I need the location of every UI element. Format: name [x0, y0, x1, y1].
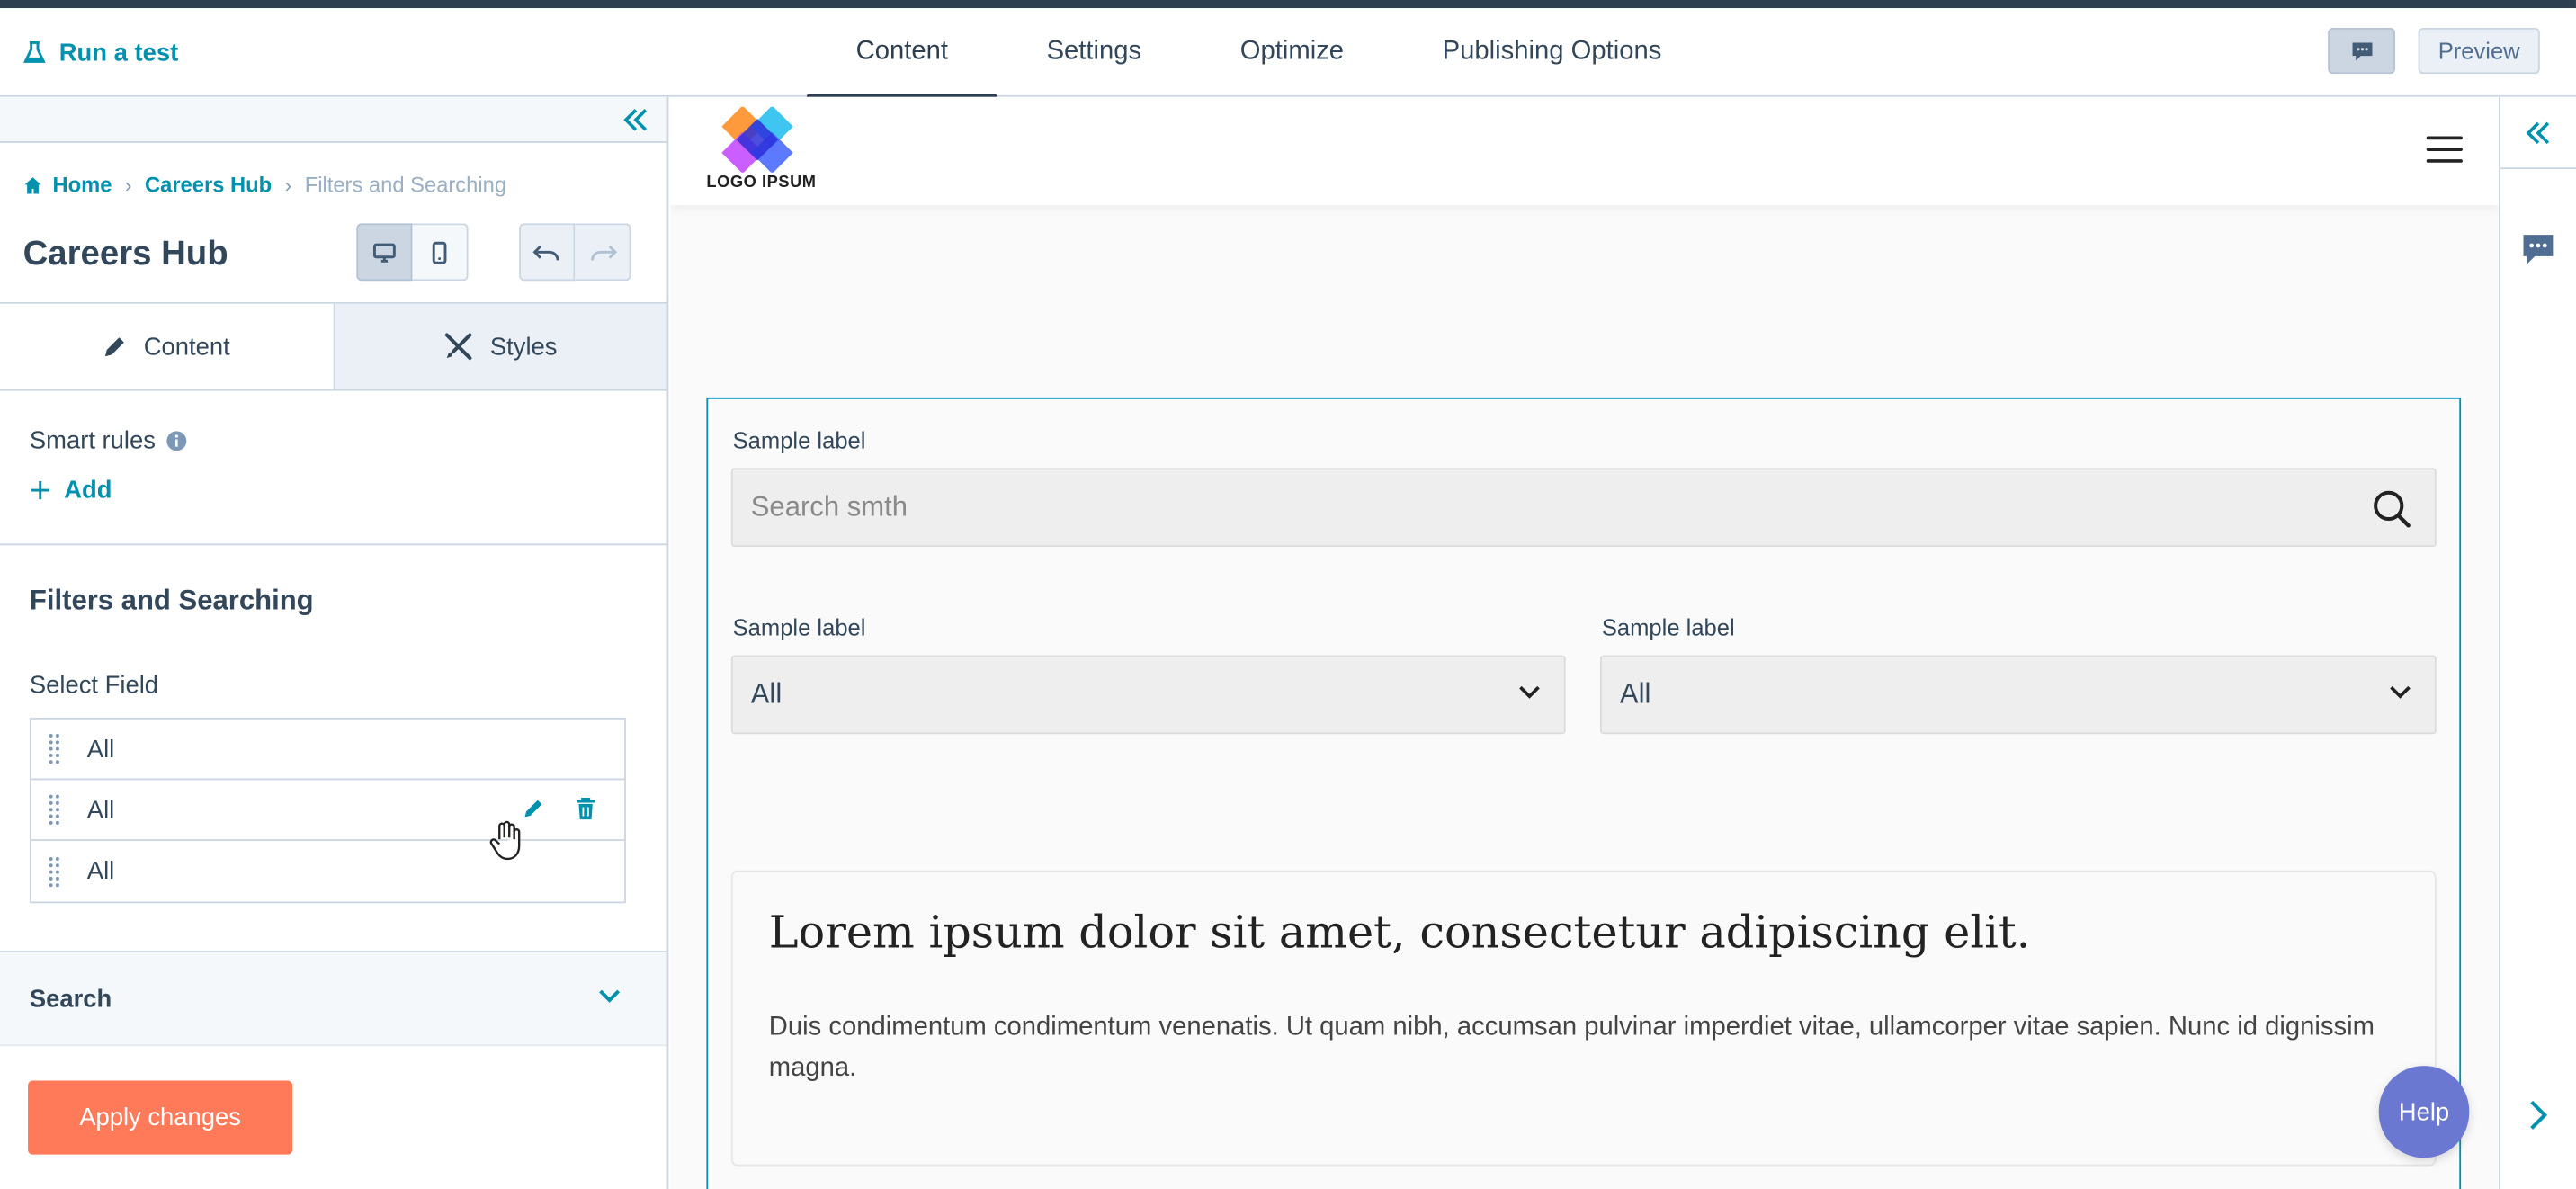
chevron-down-icon: [599, 989, 621, 1003]
top-bar: Run a test Content Settings Optimize Pub…: [0, 8, 2576, 101]
smart-rules-label: Smart rules: [29, 426, 156, 455]
field-row-actions: [523, 797, 602, 823]
search-icon[interactable]: [2372, 489, 2411, 529]
sidebar-tabs: Content Styles: [0, 301, 667, 391]
filter-1-label: Sample label: [732, 613, 866, 641]
drag-handle-icon[interactable]: [48, 854, 61, 888]
undo-button[interactable]: [519, 223, 576, 282]
filter-1-value: All: [750, 678, 783, 710]
editor-root: Run a test Content Settings Optimize Pub…: [0, 0, 2576, 1189]
field-list-item[interactable]: All: [31, 841, 624, 902]
help-button[interactable]: Help: [2378, 1066, 2470, 1158]
filter-2-label: Sample label: [1601, 613, 1735, 641]
search-accordion-label: Search: [29, 984, 112, 1013]
filter-2-value: All: [1619, 678, 1651, 710]
tab-optimize[interactable]: Optimize: [1191, 8, 1393, 97]
drag-handle-icon[interactable]: [48, 732, 61, 765]
breadcrumb: Home › Careers Hub › Filters and Searchi…: [23, 173, 507, 197]
chevron-right-icon[interactable]: [2527, 1097, 2550, 1133]
tab-content[interactable]: Content: [806, 8, 997, 101]
logo-text: LOGO IPSUM: [706, 174, 817, 192]
field-label: All: [86, 735, 115, 764]
result-card[interactable]: Lorem ipsum dolor sit amet, consectetur …: [730, 870, 2437, 1167]
sidebar-tab-styles[interactable]: Styles: [332, 303, 667, 389]
search-accordion[interactable]: Search: [0, 952, 667, 1045]
search-field-label: Sample label: [732, 426, 866, 453]
sidebar-tab-content-label: Content: [143, 332, 230, 361]
field-list: All All All: [29, 717, 626, 904]
tab-settings[interactable]: Settings: [997, 8, 1191, 97]
drag-handle-icon[interactable]: [48, 793, 61, 827]
section-title: Filters and Searching: [29, 585, 314, 616]
trash-icon[interactable]: [575, 797, 601, 823]
search-placeholder: Search smth: [750, 490, 908, 523]
edit-pencil-icon[interactable]: [523, 797, 549, 823]
breadcrumb-parent[interactable]: Careers Hub: [145, 173, 272, 197]
search-input[interactable]: Search smth: [730, 468, 2437, 548]
hand-cursor-icon: [489, 820, 521, 861]
breadcrumb-separator: ›: [284, 173, 292, 197]
filter-1-select[interactable]: All: [730, 655, 1566, 735]
mobile-icon: [432, 240, 447, 264]
run-test-link[interactable]: Run a test: [23, 34, 179, 70]
breadcrumb-home[interactable]: Home: [23, 173, 112, 197]
filter-2-select[interactable]: All: [1600, 655, 2437, 735]
pencil-icon: [105, 336, 125, 356]
site-header: LOGO IPSUM: [670, 96, 2500, 206]
chevron-down-icon: [2390, 685, 2411, 699]
card-body: Duis condimentum condimentum venenatis. …: [768, 1013, 2375, 1083]
redo-button[interactable]: [575, 223, 631, 282]
preview-button[interactable]: Preview: [2418, 28, 2540, 75]
breadcrumb-home-label: Home: [52, 172, 112, 198]
mobile-view-button[interactable]: [412, 223, 469, 282]
sidebar-tab-content[interactable]: Content: [0, 303, 333, 389]
select-field-label: Select Field: [29, 671, 159, 700]
editor-tabs: Content Settings Optimize Publishing Opt…: [806, 8, 1711, 101]
chevron-down-icon: [1519, 685, 1540, 699]
comments-icon[interactable]: [2520, 231, 2556, 267]
field-label: All: [86, 795, 115, 824]
right-rail: [2499, 96, 2576, 1189]
top-strip: [0, 0, 2576, 9]
device-toggle: [356, 223, 469, 282]
desktop-icon: [372, 242, 396, 262]
editor-sidebar: Home › Careers Hub › Filters and Searchi…: [0, 96, 669, 1189]
page-preview-canvas: LOGO IPSUM Sample label Search smth Samp…: [670, 96, 2500, 1189]
field-list-item[interactable]: All: [31, 720, 625, 781]
filters-module[interactable]: Sample label Search smth Sample label Al…: [706, 397, 2462, 1189]
card-title: Lorem ipsum dolor sit amet, consectetur …: [768, 907, 2031, 960]
double-chevron-left-icon: [2526, 121, 2550, 144]
styles-brush-icon: [445, 333, 472, 361]
undo-icon: [532, 244, 559, 260]
logo-mark-icon: [721, 106, 793, 173]
sidebar-tab-styles-label: Styles: [489, 332, 558, 361]
sidebar-footer: Apply changes: [0, 1044, 667, 1189]
expand-panel-button[interactable]: [2500, 97, 2576, 170]
apply-changes-button[interactable]: Apply changes: [28, 1080, 293, 1155]
page-title: Careers Hub: [22, 235, 228, 273]
sidebar-collapse-row: [0, 96, 667, 143]
home-icon: [24, 176, 41, 193]
field-list-item[interactable]: All: [31, 780, 625, 841]
desktop-view-button[interactable]: [356, 223, 413, 282]
double-chevron-left-icon[interactable]: [621, 105, 650, 135]
info-icon[interactable]: [165, 430, 187, 451]
run-test-label: Run a test: [58, 38, 179, 67]
redo-icon: [590, 244, 617, 260]
flask-icon: [23, 41, 46, 63]
divider: [0, 543, 667, 546]
breadcrumb-separator: ›: [125, 173, 132, 197]
smart-rules: Smart rules: [30, 427, 187, 455]
breadcrumb-current: Filters and Searching: [304, 172, 507, 198]
tab-publishing-options[interactable]: Publishing Options: [1393, 8, 1711, 97]
add-label: Add: [64, 476, 112, 505]
comments-button[interactable]: [2328, 28, 2396, 75]
undo-redo-group: [519, 223, 631, 282]
add-smart-rule-link[interactable]: Add: [30, 477, 112, 505]
chat-bubble-icon: [2351, 41, 2372, 60]
hamburger-menu-icon[interactable]: [2426, 136, 2463, 163]
field-label: All: [86, 857, 115, 886]
plus-icon: [31, 481, 49, 500]
